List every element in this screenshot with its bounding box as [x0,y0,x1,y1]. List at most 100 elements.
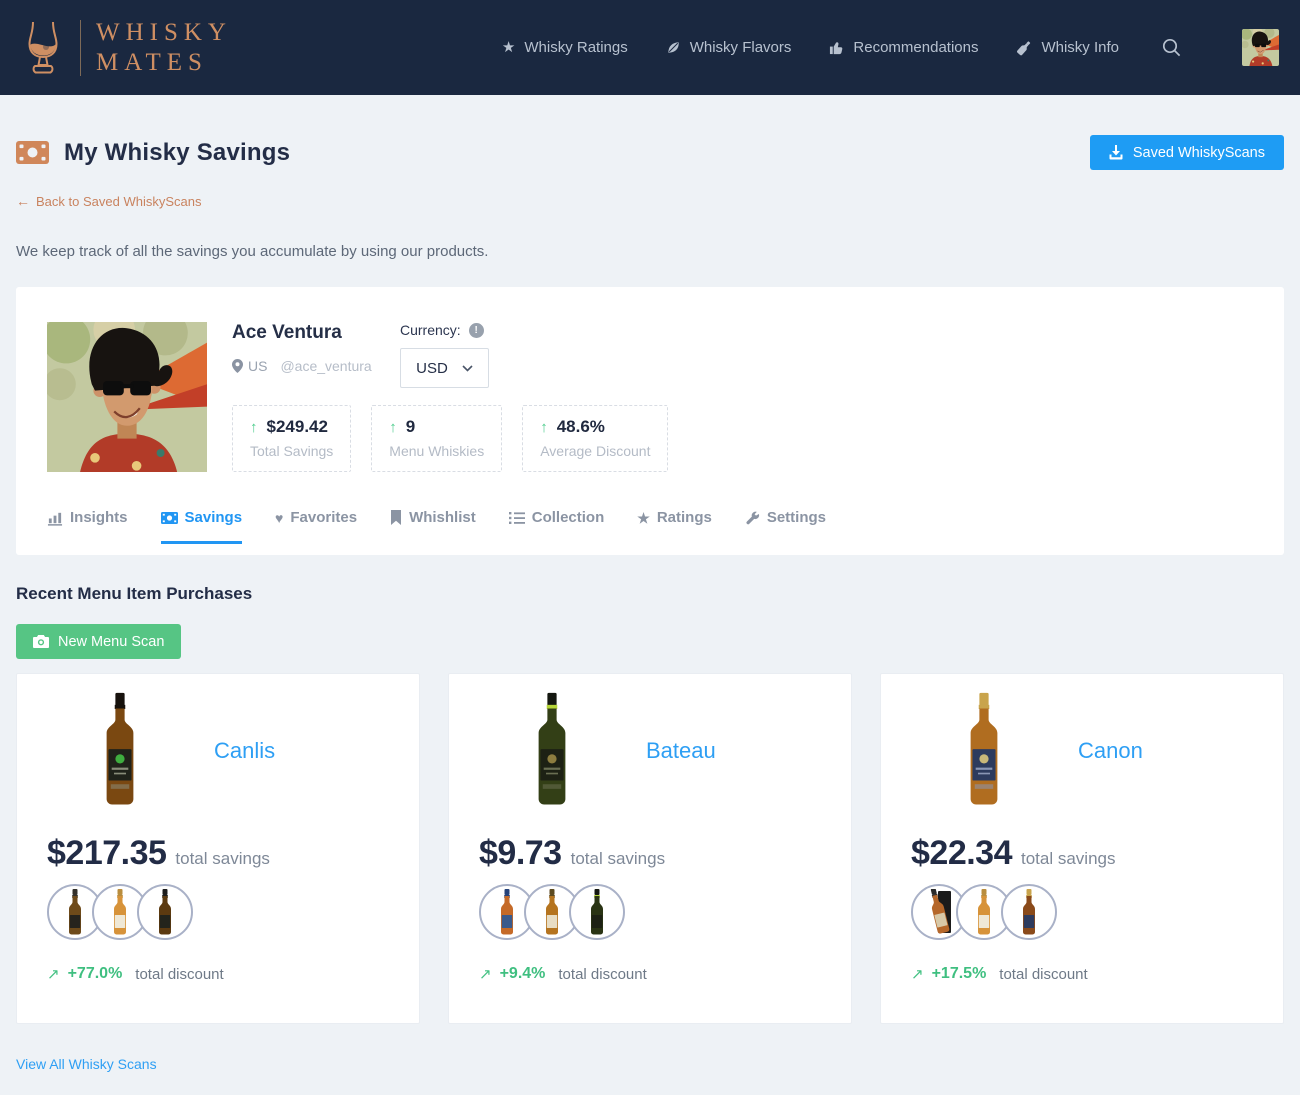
total-discount-label: total discount [135,966,223,983]
download-icon [1109,145,1123,160]
back-link[interactable]: ← Back to Saved WhiskyScans [16,193,201,209]
whisky-name-link[interactable]: Canon [1078,738,1143,764]
up-arrow-icon: ↑ [389,419,397,436]
tab-label: Whishlist [409,509,476,526]
heart-icon: ♥ [275,511,283,525]
top-navbar: WHISKY MATES ★ Whisky Ratings Whisky Fla… [0,0,1300,95]
trend-up-icon: ↗ [479,965,492,983]
stat-total-savings: ↑ $249.42 Total Savings [232,405,351,472]
currency-value: USD [416,360,448,377]
purchase-card-canon: Canon $22.34 total savings [880,673,1284,1024]
tab-label: Favorites [290,509,357,526]
brand-name: WHISKY MATES [96,18,232,77]
tab-label: Ratings [657,509,712,526]
stat-value: $249.42 [267,417,328,437]
tab-whishlist[interactable]: Whishlist [390,509,476,544]
page-description: We keep track of all the savings you acc… [16,243,1284,260]
currency-select[interactable]: USD [400,348,489,388]
total-savings-value: $22.34 [911,834,1012,873]
whisky-thumbnail[interactable] [569,884,625,940]
profile-photo [47,322,207,472]
total-savings-value: $9.73 [479,834,562,873]
nav-item-label: Whisky Ratings [524,39,627,56]
total-discount-value: +9.4% [500,965,546,983]
tab-label: Savings [185,509,243,526]
total-savings-label: total savings [1021,849,1116,869]
brand-divider [80,20,81,76]
saved-whiskyscans-button[interactable]: Saved WhiskyScans [1090,135,1284,170]
purchase-card-canlis: Canlis $217.35 total savings ↗ +77.0% [16,673,420,1024]
purchases-heading: Recent Menu Item Purchases [16,584,1284,604]
list-icon [509,511,525,525]
tab-collection[interactable]: Collection [509,509,605,544]
total-discount-label: total discount [558,966,646,983]
star-icon: ★ [502,40,515,55]
tab-insights[interactable]: Insights [47,509,128,544]
profile-name: Ace Ventura [232,322,400,344]
nav-menu: ★ Whisky Ratings Whisky Flavors Recommen… [502,29,1279,66]
nav-item-label: Recommendations [853,39,978,56]
search-icon[interactable] [1161,37,1182,58]
location-pin-icon [232,359,243,373]
tab-favorites[interactable]: ♥ Favorites [275,509,357,544]
up-arrow-icon: ↑ [250,419,258,436]
profile-tabs: Insights Savings ♥ Favorites Whishl [47,509,1253,544]
tab-ratings[interactable]: ★ Ratings [637,509,712,544]
leaf-icon [666,40,681,55]
bookmark-icon [390,510,402,525]
whisky-thumbnail[interactable] [1001,884,1057,940]
stat-menu-whiskies: ↑ 9 Menu Whiskies [371,405,502,472]
total-discount-label: total discount [999,966,1087,983]
trend-up-icon: ↗ [911,965,924,983]
saved-button-label: Saved WhiskyScans [1133,145,1265,161]
view-all-link[interactable]: View All Whisky Scans [16,1056,157,1072]
purchase-cards: Canlis $217.35 total savings ↗ +77.0% [16,673,1284,1024]
whisky-thumbnails [479,884,821,940]
profile-handle: @ace_ventura [280,358,371,374]
bottle-icon [1016,40,1032,56]
user-avatar[interactable] [1242,29,1279,66]
nav-item-whisky-info[interactable]: Whisky Info [1016,39,1119,56]
total-discount-value: +17.5% [932,965,987,983]
page-title: My Whisky Savings [64,139,290,167]
profile-panel: Ace Ventura US @ace_ventura [16,287,1284,555]
tab-label: Collection [532,509,605,526]
total-savings-value: $217.35 [47,834,166,873]
nav-item-recommendations[interactable]: Recommendations [829,39,978,56]
wrench-icon [745,510,760,525]
total-savings-label: total savings [175,849,270,869]
whisky-name-link[interactable]: Canlis [214,738,275,764]
banknote-icon [161,512,178,524]
main-content: My Whisky Savings Saved WhiskyScans ← Ba… [0,135,1300,1074]
profile-location: US [232,358,267,374]
bottle-image [506,691,598,811]
whisky-glass-icon [21,20,65,76]
new-menu-scan-button[interactable]: New Menu Scan [16,624,181,659]
nav-item-whisky-ratings[interactable]: ★ Whisky Ratings [502,39,628,56]
tab-label: Insights [70,509,128,526]
whisky-name-link[interactable]: Bateau [646,738,716,764]
thumbs-up-icon [829,40,844,55]
info-icon[interactable]: ! [469,323,484,338]
scan-button-label: New Menu Scan [58,634,164,650]
star-icon: ★ [637,511,650,525]
whisky-thumbnail[interactable] [137,884,193,940]
tab-savings[interactable]: Savings [161,509,243,544]
stat-value: 48.6% [557,417,605,437]
whisky-thumbnails [47,884,389,940]
total-discount-value: +77.0% [68,965,123,983]
nav-item-label: Whisky Info [1041,39,1119,56]
tab-label: Settings [767,509,826,526]
chevron-down-icon [462,365,473,372]
back-arrow-icon: ← [16,193,30,209]
purchase-card-bateau: Bateau $9.73 total savings ↗ +9.4% [448,673,852,1024]
stats-row: ↑ $249.42 Total Savings ↑ 9 Menu Whiskie… [232,405,1253,472]
currency-label: Currency: [400,322,461,338]
nav-item-whisky-flavors[interactable]: Whisky Flavors [666,39,792,56]
page-header: My Whisky Savings Saved WhiskyScans [16,135,1284,170]
camera-icon [33,635,49,648]
tab-settings[interactable]: Settings [745,509,826,544]
brand-logo[interactable]: WHISKY MATES [21,18,232,77]
nav-item-label: Whisky Flavors [690,39,792,56]
stat-label: Average Discount [540,443,650,459]
